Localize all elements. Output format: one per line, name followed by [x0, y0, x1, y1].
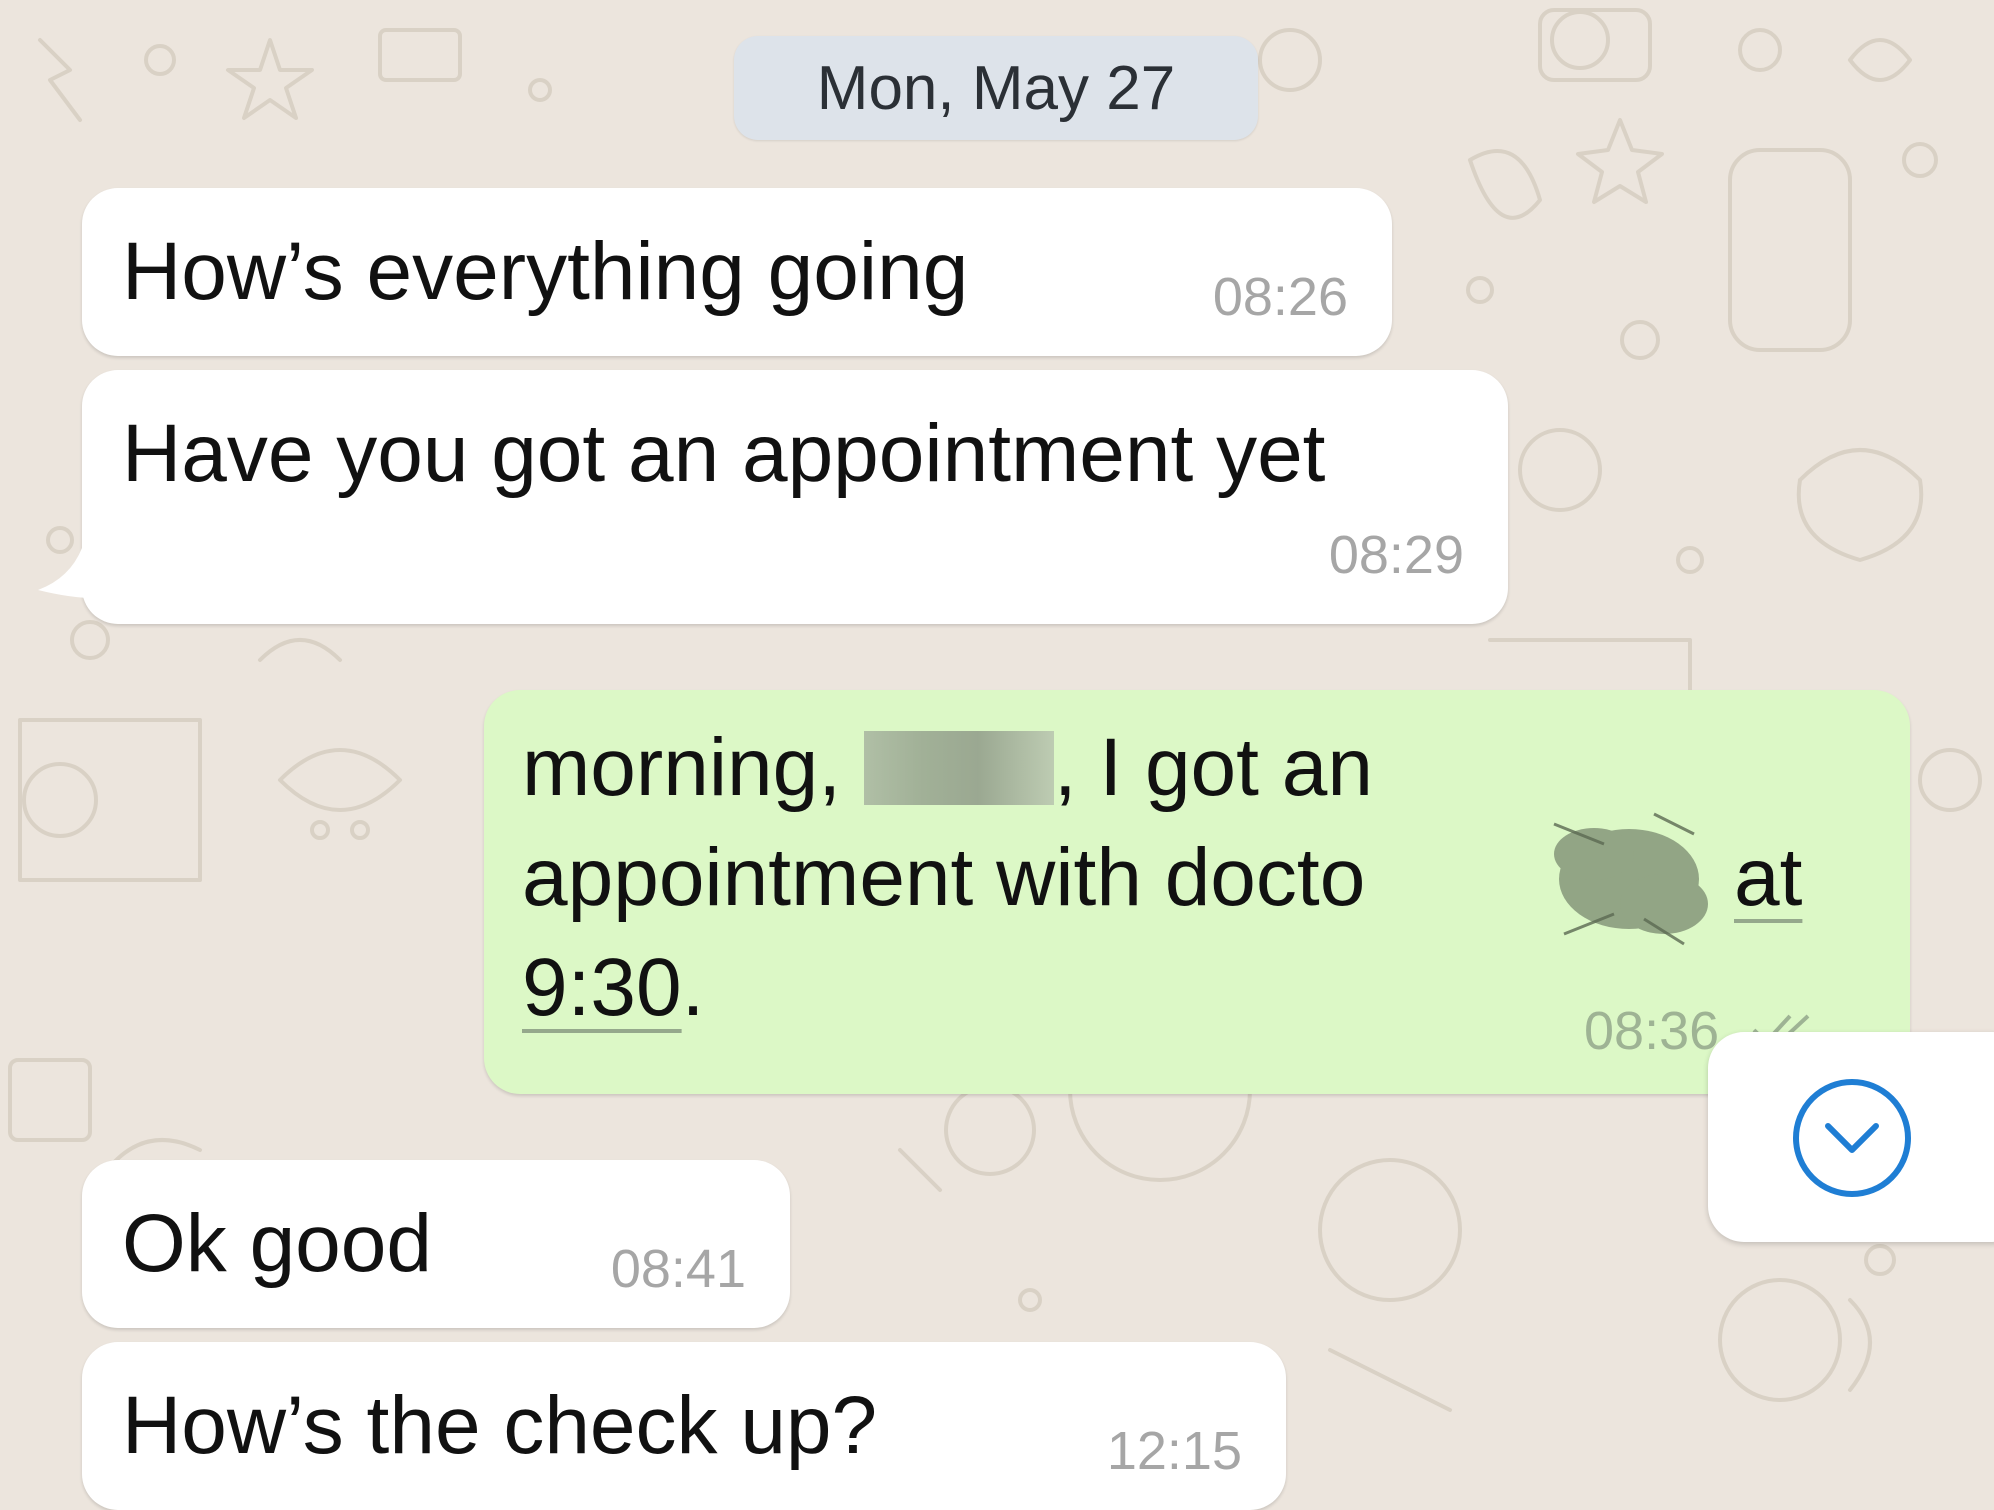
chevron-down-icon [1793, 1079, 1911, 1197]
message-text-part: morning, [522, 722, 842, 813]
message-text: Have you got an appointment yet [122, 408, 1326, 499]
message-timestamp: 08:26 [1212, 267, 1348, 327]
message-bubble-incoming[interactable]: Have you got an appointment yet 08:29 [82, 370, 1508, 624]
date-separator: Mon, May 27 [734, 36, 1258, 140]
message-text: How’s the check up? [122, 1380, 878, 1471]
message-timestamp: 08:29 [1328, 525, 1464, 585]
redacted-name [863, 731, 1054, 805]
scroll-to-bottom-button[interactable] [1708, 1032, 1994, 1242]
message-timestamp: 08:41 [610, 1239, 746, 1299]
message-link-text[interactable]: at [1734, 828, 1802, 928]
message-timestamp: 08:36 [1584, 1001, 1720, 1061]
message-bubble-outgoing[interactable]: morning, , I got an appointment with doc… [484, 690, 1910, 1094]
chat-conversation: Mon, May 27 How’s everything going 08:26… [0, 0, 1994, 1510]
message-text: Ok good [122, 1198, 432, 1289]
message-bubble-incoming[interactable]: How’s the check up? 12:15 [82, 1342, 1286, 1510]
message-bubble-incoming[interactable]: How’s everything going 08:26 [82, 188, 1392, 356]
message-timestamp: 12:15 [1106, 1421, 1242, 1481]
message-text-part: , I got an [1053, 722, 1373, 813]
message-bubble-incoming[interactable]: Ok good 08:41 [82, 1160, 790, 1328]
message-link-time[interactable]: 9:30 [522, 942, 682, 1033]
message-text-part: . [681, 942, 705, 1033]
message-line: 9:30. [522, 938, 704, 1038]
message-text-part: appointment with docto [522, 832, 1366, 923]
bubble-tail-incoming [38, 548, 108, 599]
message-line: appointment with docto [522, 828, 1365, 928]
redacted-doctor-name [1553, 812, 1708, 946]
message-line: morning, , I got an [522, 718, 1373, 818]
message-text: How’s everything going [122, 226, 969, 317]
